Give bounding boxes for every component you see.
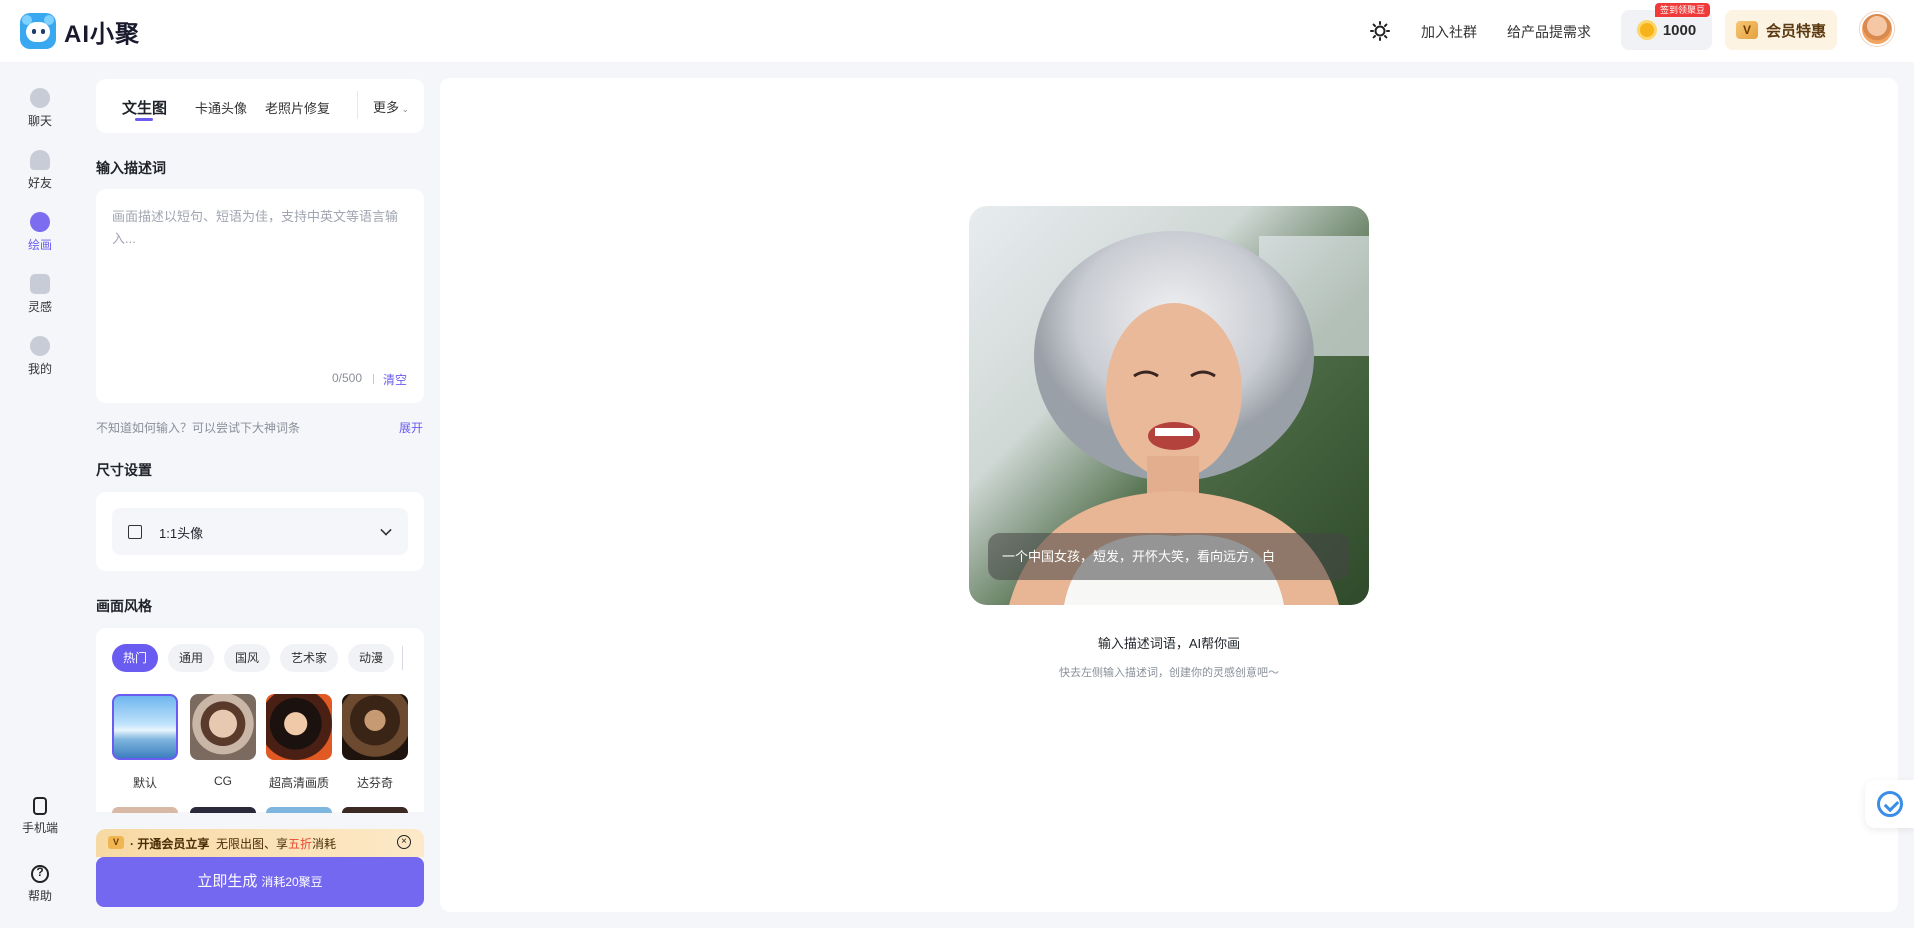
clear-prompt-button[interactable]: 清空 <box>383 371 407 388</box>
generate-label: 立即生成 <box>197 873 258 890</box>
prompt-section-title: 输入描述词 <box>96 160 166 176</box>
prompt-char-count: 0/500 <box>332 371 363 385</box>
nav-label: 绘画 <box>27 238 52 252</box>
friend-icon <box>30 150 50 170</box>
chevron-down-icon: ⌄ <box>399 104 410 114</box>
style-thumb-peek <box>190 807 256 813</box>
style-chip-hot[interactable]: 热门 <box>112 644 159 672</box>
theme-toggle-icon[interactable] <box>1370 21 1390 41</box>
feature-request-link[interactable]: 给产品提需求 <box>1507 22 1591 42</box>
mascot-logo-icon <box>20 13 56 49</box>
checkin-badge[interactable]: 签到领聚豆 <box>1655 3 1711 17</box>
prompt-placeholder: 画面描述以短句、短语为佳，支持中英文等语言输入... <box>112 209 399 246</box>
vip-icon: V <box>1735 21 1758 39</box>
generate-cost: 消耗20聚豆 <box>261 875 323 889</box>
size-section-title: 尺寸设置 <box>96 462 152 478</box>
style-thumb-peek <box>342 807 408 813</box>
style-section-title: 画面风格 <box>96 598 152 614</box>
count-divider <box>373 374 374 384</box>
coin-icon <box>1636 20 1657 40</box>
style-label-uhd: 超高清画质 <box>268 776 329 790</box>
square-ratio-icon <box>128 525 142 539</box>
user-avatar[interactable] <box>1860 12 1894 46</box>
style-label-default: 默认 <box>132 776 157 790</box>
nav-label: 手机端 <box>21 821 58 835</box>
style-chip-guofeng[interactable]: 国风 <box>224 644 271 672</box>
more-label: 更多 <box>373 100 400 115</box>
style-chip-anime[interactable]: 动漫 <box>348 644 395 672</box>
close-icon[interactable]: × <box>397 835 411 849</box>
vip-icon: V <box>108 836 124 849</box>
style-thumb-default[interactable] <box>112 694 178 760</box>
nav-item-friends[interactable]: 好友 <box>0 150 80 191</box>
tab-divider <box>357 91 358 119</box>
sample-caption: 一个中国女孩，短发，开怀大笑，看向远方，白 <box>988 533 1350 580</box>
nav-label: 好友 <box>27 176 52 190</box>
active-tab-indicator <box>135 118 153 121</box>
paint-icon <box>30 212 50 232</box>
nav-item-help[interactable]: 帮助 <box>0 865 80 904</box>
generate-button[interactable]: 立即生成 消耗20聚豆 <box>96 857 424 907</box>
nav-item-chat[interactable]: 聊天 <box>0 88 80 129</box>
brand-logo[interactable]: AI小聚 <box>20 13 140 49</box>
assistant-icon <box>1877 791 1903 817</box>
nav-label: 帮助 <box>27 889 52 903</box>
coin-balance: 1000 <box>1662 21 1697 39</box>
tab-photo-restore[interactable]: 老照片修复 <box>265 98 330 117</box>
nav-item-mobile[interactable]: 手机端 <box>0 797 80 836</box>
style-label-cg: CG <box>214 774 232 788</box>
style-thumb-peek <box>112 807 178 813</box>
size-dropdown[interactable] <box>112 508 408 555</box>
promo-text: · 开通会员立享 无限出图、享五折消耗 <box>130 837 337 851</box>
tab-more[interactable]: 更多 ⌄ <box>373 97 409 116</box>
canvas-subtitle: 快去左侧输入描述词，创建你的灵感创意吧～ <box>1059 667 1279 679</box>
nav-item-paint[interactable]: 绘画 <box>0 212 80 253</box>
style-chip-artist[interactable]: 艺术家 <box>280 644 339 672</box>
chips-scroll-edge <box>402 646 408 670</box>
profile-icon <box>30 336 50 356</box>
phone-icon <box>33 797 47 815</box>
prompt-hint: 不知道如何输入？可以尝试下大神词条 <box>96 421 301 435</box>
nav-label: 我的 <box>27 362 52 376</box>
size-value: 1:1头像 <box>159 526 204 541</box>
brand-name: AI小聚 <box>64 20 140 48</box>
tab-cartoon-avatar[interactable]: 卡通头像 <box>195 98 247 117</box>
inspiration-icon <box>30 274 50 294</box>
vip-offer-label: 会员特惠 <box>1765 22 1826 40</box>
nav-label: 灵感 <box>27 300 52 314</box>
vip-offer-button[interactable]: V 会员特惠 <box>1725 10 1837 50</box>
nav-item-inspiration[interactable]: 灵感 <box>0 274 80 315</box>
expand-hint-button[interactable]: 展开 <box>399 419 423 436</box>
nav-label: 聊天 <box>27 114 52 128</box>
chat-icon <box>30 88 50 108</box>
help-icon <box>31 865 49 883</box>
style-thumb-cg[interactable] <box>190 694 256 760</box>
nav-item-profile[interactable]: 我的 <box>0 336 80 377</box>
style-chip-general[interactable]: 通用 <box>168 644 215 672</box>
tab-text-to-image[interactable]: 文生图 <box>122 97 167 118</box>
style-thumb-davinci[interactable] <box>342 694 408 760</box>
canvas-title: 输入描述词语，AI帮你画 <box>1097 636 1241 651</box>
join-community-link[interactable]: 加入社群 <box>1421 22 1477 42</box>
style-thumb-peek <box>266 807 332 813</box>
style-thumb-uhd[interactable] <box>266 694 332 760</box>
style-label-davinci: 达芬奇 <box>356 776 393 790</box>
